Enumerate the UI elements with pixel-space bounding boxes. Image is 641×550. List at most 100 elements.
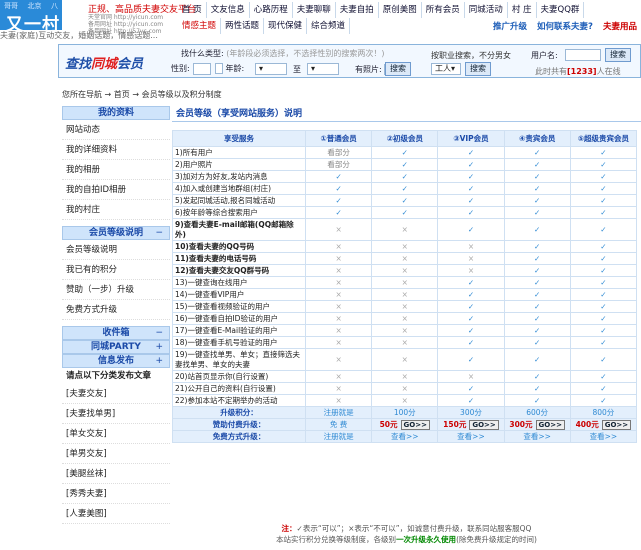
contact-link[interactable]: 如何联系夫妻?: [537, 20, 593, 32]
permission-cell: ×: [437, 252, 505, 265]
sidebar-section-party[interactable]: 同城PARTY +: [62, 340, 170, 354]
nav-emotion[interactable]: 情感主题: [178, 18, 222, 34]
age-checkbox[interactable]: [215, 63, 223, 74]
table-row: 2)用户照片 看部分 ✓ ✓ ✓ ✓: [172, 158, 638, 171]
feature-cell: 10)查看夫妻的QQ号码: [172, 240, 306, 253]
age-from-select[interactable]: ▾: [255, 63, 287, 75]
upgrade-cell: 100分: [371, 406, 439, 419]
sidebar-item[interactable]: 我的村庄: [62, 200, 170, 220]
permission-cell: ✓: [304, 194, 373, 207]
sidebar-section-inbox[interactable]: 收件箱 −: [62, 326, 170, 340]
expand-icon[interactable]: +: [155, 341, 163, 353]
nav-qq-group[interactable]: 夫妻QQ群: [537, 2, 585, 18]
sidebar-item[interactable]: 免费方式升级: [62, 300, 170, 320]
upgrade-value[interactable]: 查看>>: [457, 432, 485, 441]
sidebar-item[interactable]: 我的详细资料: [62, 140, 170, 160]
promote-link[interactable]: 推广升级: [493, 20, 527, 32]
collapse-icon[interactable]: −: [155, 327, 163, 339]
upgrade-cell: 注册就是: [304, 406, 373, 419]
permission-cell: ✓: [437, 182, 505, 195]
job-search-label: 按职业搜索，不分男女: [431, 51, 511, 60]
username-input[interactable]: [565, 49, 601, 61]
sidebar-section-levels[interactable]: 会员等级说明 −: [62, 226, 170, 240]
category-link[interactable]: [美腿丝袜]: [62, 464, 170, 484]
sidebar-item[interactable]: 我的相册: [62, 160, 170, 180]
upgrade-row-sponsor: 赞助付费升级：免 费 50元 GO>> 150元 GO>> 300元 GO>> 400元 GO>…: [172, 418, 638, 431]
sidebar-item[interactable]: 我的自拍ID相册: [62, 180, 170, 200]
nav-home[interactable]: 首 页: [178, 2, 207, 18]
table-row: 15)一键查看视频验证的用户 × × ✓ ✓ ✓: [172, 300, 638, 313]
go-button[interactable]: GO>>: [469, 420, 499, 430]
sidebar-item[interactable]: 我已有的积分: [62, 260, 170, 280]
nav-members[interactable]: 所有会员: [422, 2, 465, 18]
expand-icon[interactable]: +: [155, 355, 163, 367]
permission-cell: ✓: [569, 370, 638, 383]
nav-chat[interactable]: 夫妻聊聊: [293, 2, 336, 18]
go-button[interactable]: GO>>: [535, 420, 565, 430]
category-link[interactable]: [单男交友]: [62, 444, 170, 464]
sidebar-section-publish[interactable]: 信息发布 +: [62, 354, 170, 368]
permission-cell: ✓: [503, 370, 571, 383]
category-link[interactable]: [单女交友]: [62, 424, 170, 444]
nav-photos[interactable]: 原创美图: [379, 2, 422, 18]
upgrade-row-points: 升级积分： 注册就是 100分 300分 600分 800分: [172, 406, 638, 419]
permission-cell: ✓: [437, 348, 505, 371]
sidebar-section-profile[interactable]: 我的资料: [62, 106, 170, 120]
upgrade-cell[interactable]: 查看>>: [503, 430, 571, 443]
upgrade-value[interactable]: 查看>>: [391, 432, 419, 441]
collapse-icon[interactable]: −: [155, 227, 163, 239]
upgrade-cell: 400元 GO>>: [569, 418, 638, 431]
upgrade-cell[interactable]: 查看>>: [437, 430, 505, 443]
category-link[interactable]: [夫妻找单男]: [62, 404, 170, 424]
permission-cell: ✓: [437, 218, 505, 241]
permission-cell: ✓: [437, 336, 505, 349]
shop-link[interactable]: 夫妻用品: [603, 20, 637, 32]
sidebar-item[interactable]: 网站动态: [62, 120, 170, 140]
category-link[interactable]: [人妻美图]: [62, 504, 170, 524]
site-logo[interactable]: 哥哥 北京八 又一村: [0, 0, 62, 35]
nav-general[interactable]: 综合频道: [307, 18, 351, 34]
nav-journey[interactable]: 心路历程: [250, 2, 293, 18]
permission-cell: ✓: [371, 194, 439, 207]
job-select[interactable]: 工人▾: [431, 63, 461, 75]
nav-events[interactable]: 同城活动: [465, 2, 508, 18]
job-value: 工人: [435, 64, 451, 73]
permission-cell: ✓: [569, 170, 638, 183]
sidebar-item[interactable]: 会员等级说明: [62, 240, 170, 260]
footer-note: 注：✓表示“可以”；×表示“不可以”，如诚意付费升级，联系同站服客服QQ 本站实…: [172, 523, 641, 545]
search-button-2[interactable]: 搜索: [465, 62, 491, 76]
nav-gender[interactable]: 两性话题: [221, 18, 265, 34]
sidebar-section-label: 我的资料: [97, 108, 134, 118]
category-link[interactable]: [夫妻交友]: [62, 384, 170, 404]
age-label: 年龄:: [225, 64, 245, 73]
upgrade-value: 注册就是: [323, 408, 354, 417]
upgrade-cell[interactable]: 查看>>: [371, 430, 439, 443]
search-button-3[interactable]: 搜索: [605, 48, 631, 62]
go-button[interactable]: GO>>: [601, 420, 632, 430]
search-button-1[interactable]: 搜索: [385, 62, 411, 76]
nav-selfie[interactable]: 夫妻自拍: [336, 2, 379, 18]
age-to-select[interactable]: ▾: [307, 63, 339, 75]
gender-select[interactable]: [193, 63, 211, 75]
upgrade-value: 300分: [460, 408, 482, 417]
permission-cell: ✓: [569, 240, 638, 253]
upgrade-value[interactable]: 查看>>: [523, 432, 551, 441]
permission-cell: ×: [371, 336, 439, 349]
sidebar-item[interactable]: 赞助（一步）升级: [62, 280, 170, 300]
upgrade-value[interactable]: 查看>>: [590, 432, 618, 441]
upgrade-value: 150元: [443, 420, 467, 429]
upgrade-cell[interactable]: 查看>>: [569, 430, 638, 443]
nav-health[interactable]: 现代保健: [264, 18, 308, 34]
permission-cell: ✓: [437, 206, 505, 219]
feature-cell: 17)一键查看E-Mail验证的用户: [172, 324, 306, 337]
go-button[interactable]: GO>>: [400, 420, 430, 430]
nav-village[interactable]: 村 庄: [508, 2, 537, 18]
table-row: 9)查看夫妻E-mail邮箱(QQ邮箱除外) × × ✓ ✓ ✓: [172, 218, 638, 241]
permission-cell: ✓: [437, 194, 505, 207]
permission-cell: ×: [304, 264, 373, 277]
permission-cell: ✓: [503, 288, 571, 301]
permission-cell: ×: [304, 252, 373, 265]
category-link[interactable]: [秀秀夫妻]: [62, 484, 170, 504]
feature-cell: 1)所有用户: [172, 146, 306, 159]
nav-info[interactable]: 文友信息: [207, 2, 250, 18]
